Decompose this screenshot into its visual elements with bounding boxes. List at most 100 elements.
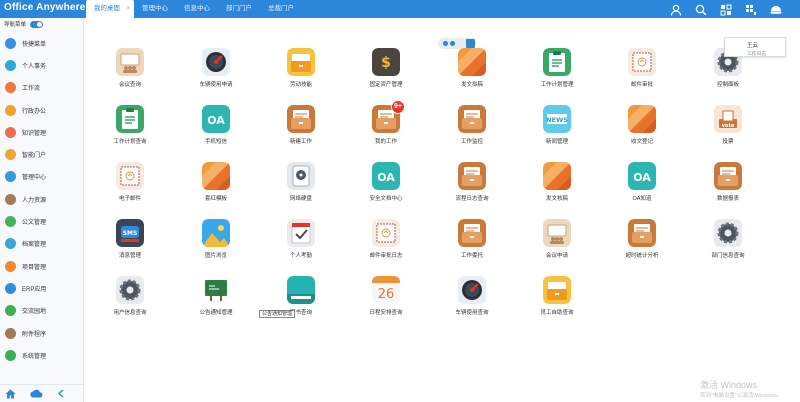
app-tile[interactable]: 超时统计分析: [599, 219, 685, 269]
news-icon: NEWS: [543, 105, 571, 133]
app-label: 新闻管理: [545, 139, 568, 145]
app-tile[interactable]: 邮件审批日志: [343, 219, 429, 269]
manage-icon: [5, 171, 16, 183]
sidebar-item[interactable]: 智能门户: [0, 143, 84, 165]
page-dot[interactable]: [443, 41, 448, 46]
user-card[interactable]: 王云 工作日志: [724, 37, 786, 57]
green-clipboard-icon: [543, 48, 571, 76]
sidebar-item[interactable]: 行政办公: [0, 99, 84, 121]
app-tile[interactable]: 新建工作: [258, 105, 344, 155]
app-tile[interactable]: 工作委托: [429, 219, 515, 269]
app-tile[interactable]: vote 投票: [685, 105, 771, 155]
tab-management-center[interactable]: 管理中心: [134, 0, 176, 18]
app-tile[interactable]: 26 日程安排查询: [343, 276, 429, 326]
app-tile[interactable]: 个人考勤: [258, 219, 344, 269]
oa-teal-icon: OA: [372, 162, 400, 190]
oa-teal-icon: OA: [628, 162, 656, 190]
app-tile[interactable]: 图片浏览: [173, 219, 259, 269]
sidebar-item[interactable]: 公文管理: [0, 210, 84, 232]
app-tile[interactable]: 员工自助查询: [514, 276, 600, 326]
tooltip: 公告通知管理: [259, 310, 296, 318]
sidebar-item[interactable]: 个人事务: [0, 54, 84, 76]
app-tile[interactable]: 会议申请: [514, 219, 600, 269]
sidebar-item-label: 管理中心: [22, 175, 47, 182]
app-tile[interactable]: OA 安全文档中心: [343, 162, 429, 212]
picture-icon: [202, 219, 230, 247]
app-tile[interactable]: 网络硬盘: [258, 162, 344, 212]
app-tile[interactable]: $ 固定资产管理: [343, 48, 429, 98]
collapse-arrow-icon[interactable]: [57, 389, 65, 398]
app-tile[interactable]: 工作计划查询: [87, 105, 173, 155]
sidebar-item[interactable]: 管理中心: [0, 166, 84, 188]
app-tile[interactable]: NEWS 新闻管理: [514, 105, 600, 155]
app-tile[interactable]: 车辆使用申请: [173, 48, 259, 98]
app-logo: Office Anywhere: [4, 2, 86, 13]
app-tile[interactable]: 数据报表: [685, 162, 771, 212]
tab-label: 部门门户: [226, 5, 252, 12]
sidebar-item-label: 工作流: [22, 86, 41, 93]
app-label: 流程日志查询: [455, 196, 489, 202]
app-tile[interactable]: OA 手机短信: [173, 105, 259, 155]
app-label: 劳动技能: [289, 82, 312, 88]
app-tile[interactable]: 邮件审批: [599, 48, 685, 98]
org-chart-icon[interactable]: [720, 3, 732, 16]
toggle-switch[interactable]: [30, 20, 44, 28]
erp-icon: [5, 282, 16, 294]
app-tile[interactable]: 部门信息查询: [685, 219, 771, 269]
sidebar-item[interactable]: 人力资源: [0, 188, 84, 210]
sidebar-item-label: 人力资源: [22, 197, 47, 204]
app-tile[interactable]: 发文拟稿: [429, 48, 515, 98]
app-label: 发文核稿: [545, 196, 568, 202]
search-icon[interactable]: [695, 3, 707, 16]
app-tile[interactable]: 流程日志查询: [429, 162, 515, 212]
app-label: 会议查询: [118, 82, 141, 88]
sidebar-item[interactable]: 快捷菜单: [0, 32, 84, 54]
app-tile[interactable]: 发文核稿: [514, 162, 600, 212]
app-label: 消息管理: [118, 253, 141, 259]
sidebar-item[interactable]: ERP应用: [0, 277, 84, 299]
sidebar-item[interactable]: 附件程序: [0, 322, 84, 344]
cloud-icon[interactable]: [30, 389, 43, 398]
app-tile[interactable]: 9+ 我的工作: [343, 100, 429, 155]
app-tile[interactable]: 套红模板: [173, 162, 259, 212]
app-tile[interactable]: 会议查询: [87, 48, 173, 98]
nav-menu-toggle[interactable]: 导航菜单: [4, 20, 44, 28]
sidebar-item[interactable]: 系统管理: [0, 344, 84, 366]
sidebar-item[interactable]: 交流园地: [0, 300, 84, 322]
person-icon: [5, 59, 16, 71]
sidebar-item[interactable]: 工作流: [0, 77, 84, 99]
app-tile[interactable]: 用户信息查询: [87, 276, 173, 326]
tab-my-desktop[interactable]: 我的桌面 ×: [86, 0, 134, 18]
app-tile[interactable]: 车辆使用查询: [429, 276, 515, 326]
app-tile[interactable]: 电子邮件: [87, 162, 173, 212]
app-tile[interactable]: 工作计划管理: [514, 48, 600, 98]
tab-info-center[interactable]: 信息中心: [176, 0, 218, 18]
grid-view-icon[interactable]: [466, 39, 475, 48]
sidebar-item[interactable]: 档案管理: [0, 233, 84, 255]
app-tile[interactable]: OA OA知道: [599, 162, 685, 212]
app-label: 新建工作: [289, 139, 312, 145]
sidebar-item[interactable]: 项目管理: [0, 255, 84, 277]
app-tile[interactable]: 工作监控: [429, 105, 515, 155]
apps-grid-icon[interactable]: [745, 3, 757, 15]
app-tile[interactable]: 公告通知管理: [173, 276, 259, 326]
page-dot[interactable]: [450, 41, 455, 46]
app-tile[interactable]: SMS 消息管理: [87, 219, 173, 269]
app-tile[interactable]: 图书查询: [258, 276, 344, 326]
tab-ceo-portal[interactable]: 总裁门户: [260, 0, 302, 18]
user-icon[interactable]: [670, 3, 682, 16]
document-icon: [5, 216, 16, 228]
close-icon[interactable]: ×: [126, 0, 130, 18]
home-icon[interactable]: [5, 389, 16, 399]
app-label: 超时统计分析: [625, 253, 659, 259]
orange-stripes-icon: [543, 162, 571, 190]
app-label: 控制面板: [716, 82, 739, 88]
orange-stripes-icon: [628, 105, 656, 133]
sms-icon: SMS: [116, 219, 144, 247]
hat-icon[interactable]: [770, 3, 782, 15]
app-label: 车辆使用申请: [199, 82, 233, 88]
app-tile[interactable]: 劳动技能: [258, 48, 344, 98]
app-tile[interactable]: 收文登记: [599, 105, 685, 155]
tab-department-portal[interactable]: 部门门户: [218, 0, 260, 18]
sidebar-item[interactable]: 知识管理: [0, 121, 84, 143]
